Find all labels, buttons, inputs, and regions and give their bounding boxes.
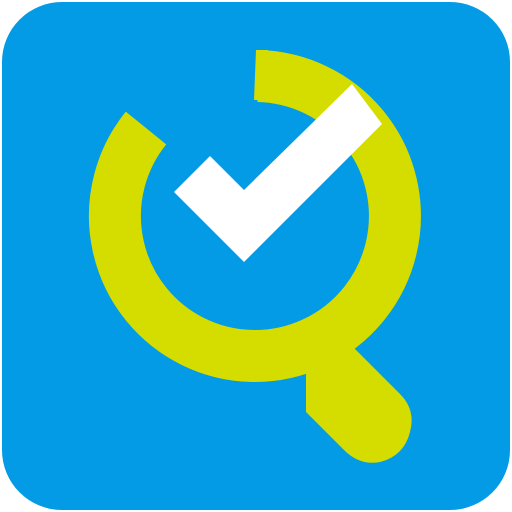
- app-icon[interactable]: [0, 0, 512, 512]
- search-check-icon: [2, 2, 510, 510]
